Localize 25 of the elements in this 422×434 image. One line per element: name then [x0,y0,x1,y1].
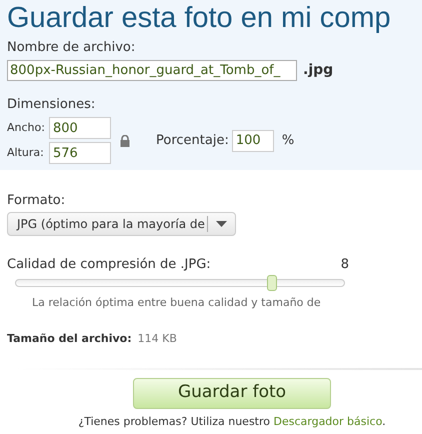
file-size-label: Tamaño del archivo: [7,331,132,347]
width-field[interactable]: 800 [49,117,111,139]
slider-thumb[interactable] [266,274,277,290]
filename-field[interactable]: 800px-Russian_honor_guard_at_Tomb_of_ [7,60,297,81]
help-text: ¿Tienes problemas? Utiliza nuestro Descargador básico. [78,414,386,428]
percent-label: Porcentaje: [156,132,229,150]
quality-label: Calidad de compresión de .JPG: [7,256,211,274]
save-button[interactable]: Guardar foto [133,378,331,408]
page-title: Guardar esta foto en mi comp [7,1,391,36]
percent-unit: % [282,132,294,150]
height-field[interactable]: 576 [49,142,111,164]
width-label: Ancho: [7,120,46,136]
section-label: Formato: [7,193,66,209]
height-label: Altura: [7,144,45,161]
field-label: Nombre de archivo: [7,40,136,56]
quality-reading: 8 [340,256,349,274]
file-size-value: 114 KB [138,331,177,347]
lock-icon[interactable] [120,134,130,146]
downloader-link[interactable]: Descargador básico [274,414,382,428]
percent-field[interactable]: 100 [232,130,274,152]
caret-icon [216,221,227,227]
extension-label: .jpg [303,61,334,80]
format-dropdown[interactable]: JPG (óptimo para la mayoría de [7,212,236,236]
quality-hint: La relación óptima entre buena calidad y tamaño de [32,294,321,310]
section-label: Dimensiones: [7,97,96,113]
